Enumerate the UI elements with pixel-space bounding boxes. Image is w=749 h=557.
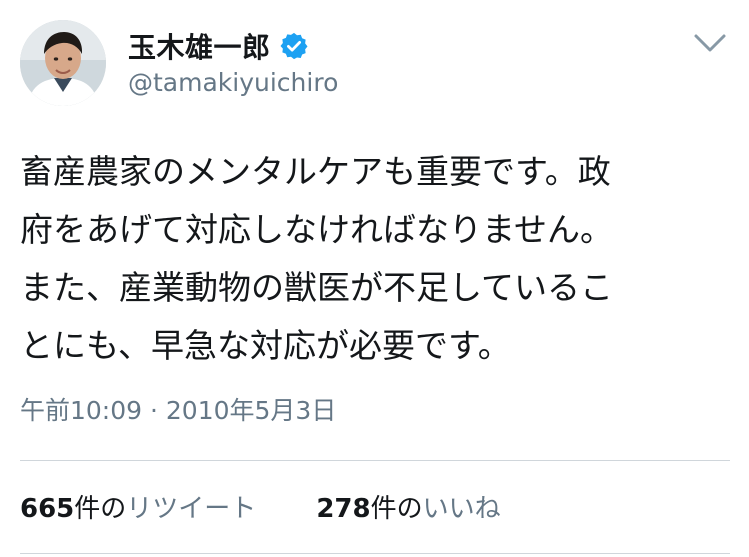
divider — [20, 553, 730, 554]
retweet-count: 665 — [20, 494, 75, 524]
chevron-down-icon[interactable] — [692, 28, 728, 58]
tweet-stats: 665 件の リツイート 278 件の いいね — [20, 488, 501, 525]
avatar-photo — [20, 20, 106, 106]
tweet-text-line: 畜産農家のメンタルケアも重要です。政 — [20, 152, 611, 191]
author-name-row: 玉木雄一郎 — [128, 26, 309, 66]
tweet-text-line: 府をあげて対応しなければなりません。 — [20, 210, 614, 249]
tweet-timestamp[interactable]: 午前10:09 · 2010年5月3日 — [20, 391, 336, 427]
like-unit: 件の — [370, 494, 423, 524]
author-display-name[interactable]: 玉木雄一郎 — [128, 26, 271, 66]
retweet-count-link[interactable]: 665 件の リツイート — [20, 488, 256, 525]
like-count: 278 — [316, 494, 371, 524]
verified-badge-icon — [279, 31, 309, 61]
tweet-text: 畜産農家のメンタルケアも重要です。政 府をあげて対応しなければなりません。 また… — [20, 143, 732, 375]
retweet-label: リツイート — [126, 494, 257, 524]
avatar[interactable] — [20, 20, 106, 106]
author-handle[interactable]: @tamakiyuichiro — [128, 68, 338, 97]
tweet-text-line: また、産業動物の獣医が不足しているこ — [20, 268, 614, 307]
like-count-link[interactable]: 278 件の いいね — [316, 488, 500, 525]
retweet-unit: 件の — [74, 494, 127, 524]
divider — [20, 460, 730, 461]
like-label: いいね — [422, 494, 501, 524]
tweet-text-line: とにも、早急な対応が必要です。 — [20, 326, 511, 365]
